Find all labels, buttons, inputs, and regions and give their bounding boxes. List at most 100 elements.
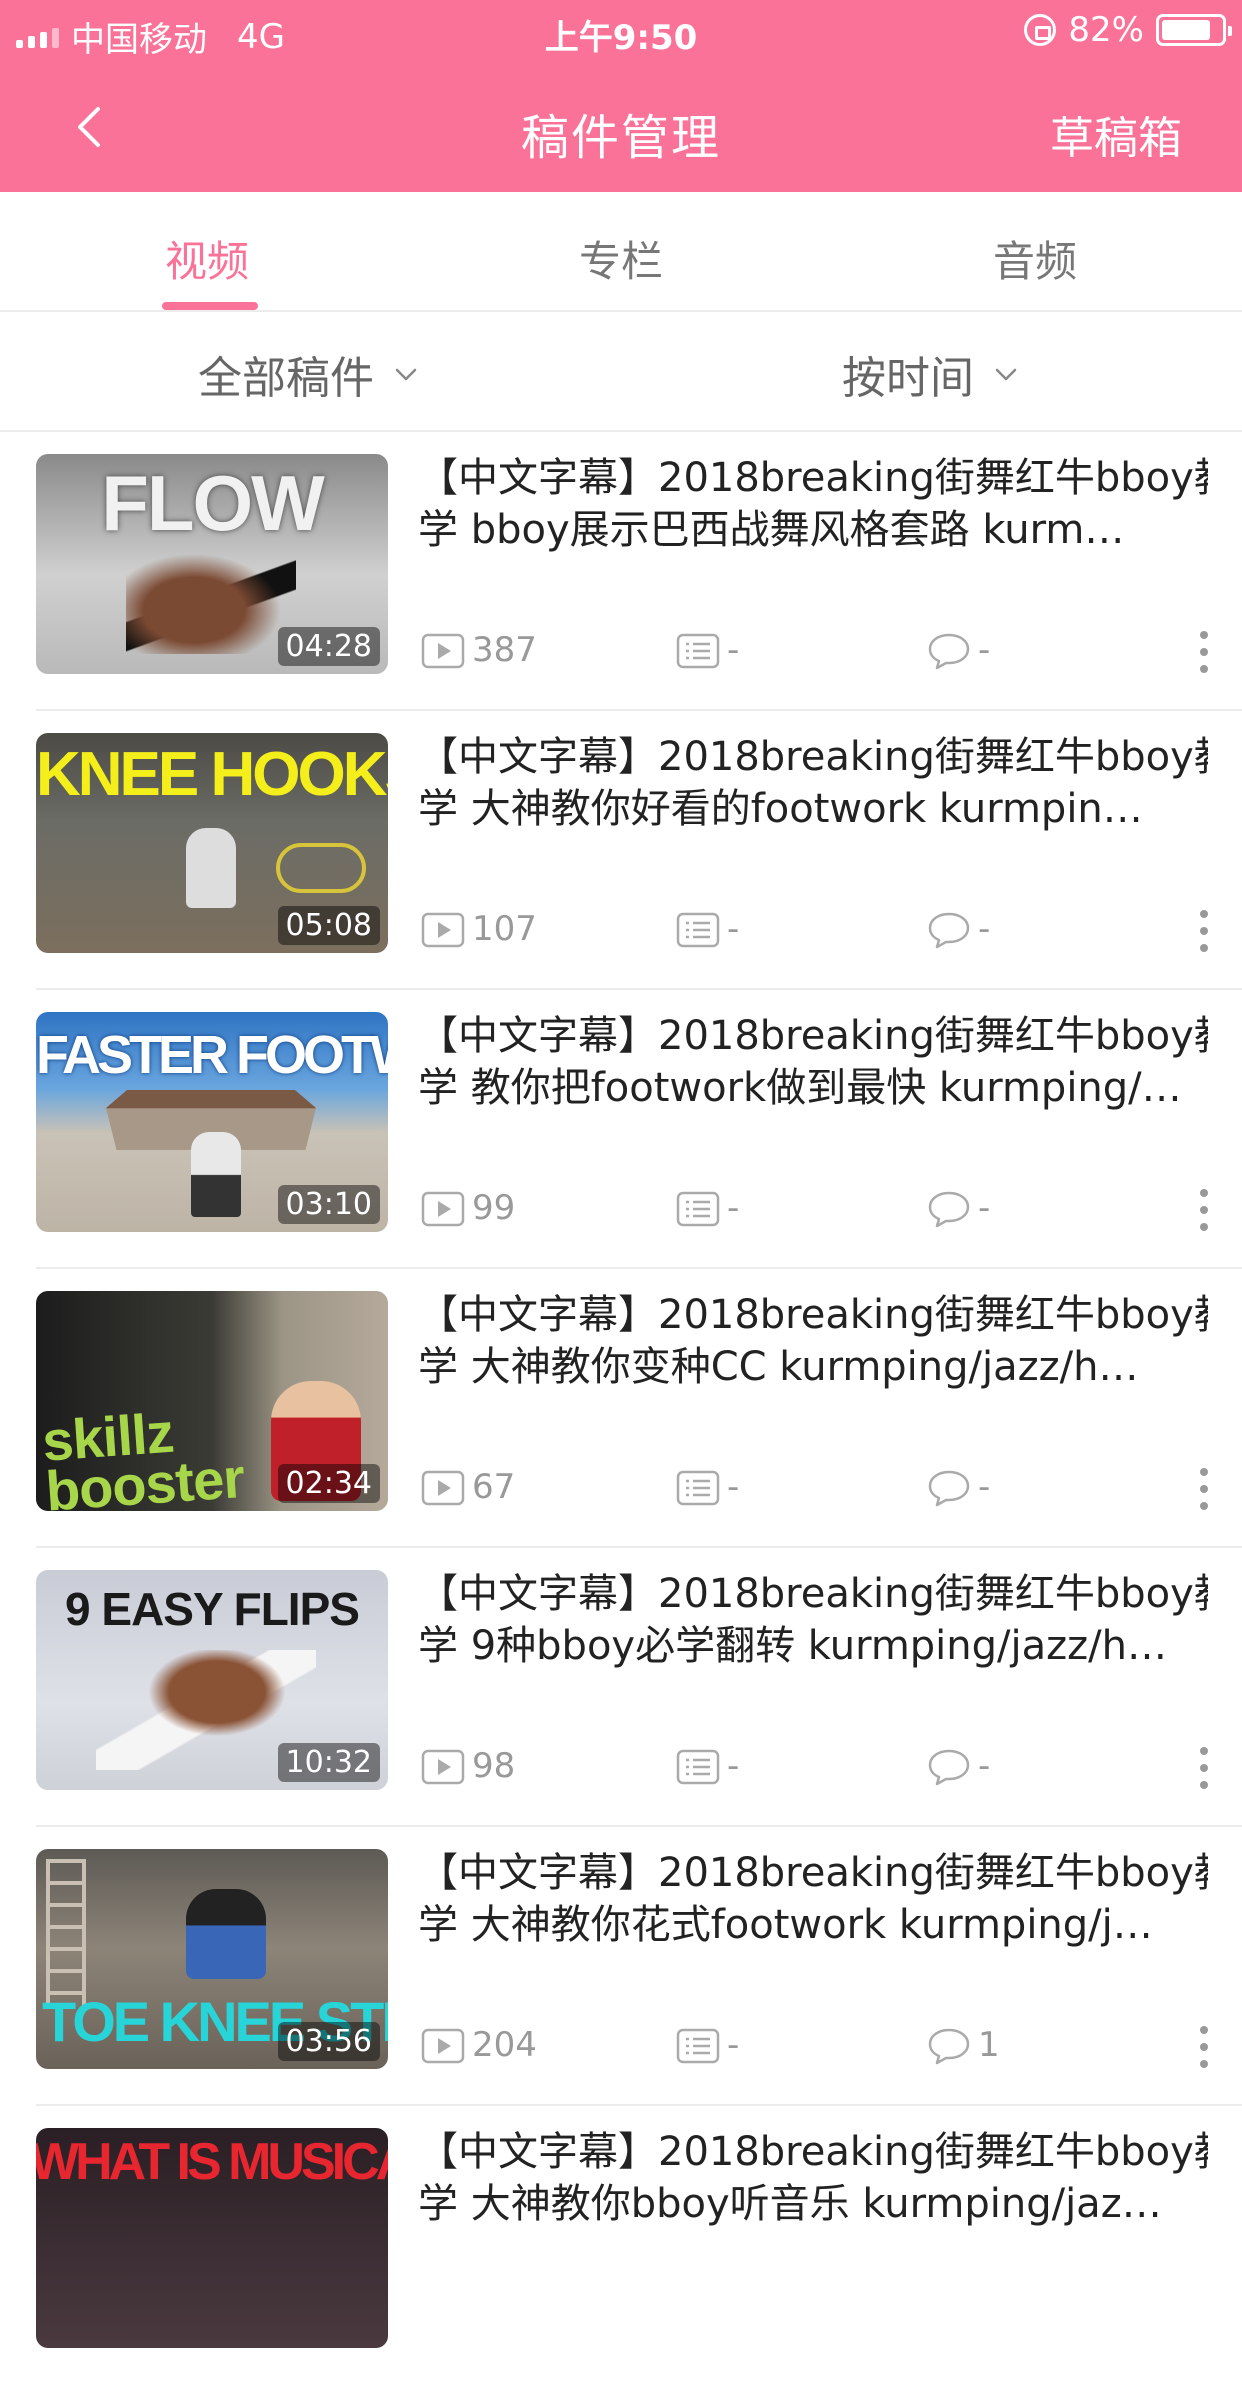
comment-icon [928,633,970,670]
video-item[interactable]: TOE KNEE STEP 03:56 【中文字幕】2018breaking街舞… [0,1827,1242,2106]
more-options-icon[interactable] [1194,1185,1214,1235]
video-item[interactable]: WHAT IS MUSICALITY? 【中文字幕】2018breaking街舞… [0,2106,1242,2385]
thumbnail-text: KNEE HOOKS [36,740,388,809]
thumbnail-text: WHAT IS MUSICALITY? [36,2133,388,2191]
video-stats: 107 - - [420,906,1210,956]
play-count-icon [421,912,465,948]
video-stats: 99 - - [420,1185,1210,1235]
video-thumbnail[interactable]: FLOW 04:28 [36,454,388,674]
comment-count-value: 1 [978,2025,1000,2065]
more-options-icon[interactable] [1194,627,1214,677]
video-item[interactable]: 9 EASY FLIPS 10:32 【中文字幕】2018breaking街舞红… [0,1548,1242,1827]
filter-all-label: 全部稿件 [198,353,374,404]
video-item[interactable]: FLOW 04:28 【中文字幕】2018breaking街舞红牛bboy教 学… [0,432,1242,711]
thumbnail-text: FLOW [101,459,325,547]
video-thumbnail[interactable]: FASTER FOOTWORK 03:10 [36,1012,388,1232]
video-title-line1: 【中文字幕】2018breaking街舞红牛bboy教 [418,1013,1208,1059]
comment-icon [928,1191,970,1228]
active-tab-indicator [162,302,258,310]
danmaku-count: - [675,627,739,673]
comment-count-value: - [978,1746,991,1786]
chevron-down-icon [395,368,417,381]
video-title-line2: 学 大神教你好看的footwork kurmpin… [418,786,1143,832]
video-title[interactable]: 【中文字幕】2018breaking街舞红牛bboy教 学 9种bboy必学翻转… [418,1568,1208,1678]
video-item[interactable]: KNEE HOOKS 05:08 【中文字幕】2018breaking街舞红牛b… [0,711,1242,990]
more-options-icon[interactable] [1194,2022,1214,2072]
filter-bar: 全部稿件 按时间 [0,312,1242,432]
tab-bar: 视频 专栏 音频 [0,192,1242,312]
status-bar: 中国移动 4G 上午9:50 82% [0,0,1242,62]
filter-all-dropdown[interactable]: 全部稿件 [198,342,420,406]
comment-icon [928,1749,970,1786]
play-count: 204 [420,2022,537,2068]
danmaku-count-value: - [727,1188,740,1228]
play-count-icon [421,2028,465,2064]
play-count-icon [421,633,465,669]
sort-label: 按时间 [842,353,974,404]
more-options-icon[interactable] [1194,1743,1214,1793]
play-count-value: 99 [472,1188,516,1228]
video-thumbnail[interactable]: TOE KNEE STEP 03:56 [36,1849,388,2069]
video-thumbnail[interactable]: 9 EASY FLIPS 10:32 [36,1570,388,1790]
chevron-down-icon [995,368,1017,381]
danmaku-count-value: - [727,2025,740,2065]
danmaku-count: - [675,906,739,952]
video-duration: 03:10 [277,1185,380,1224]
dancer-figure [191,1132,241,1217]
play-count-icon [421,1470,465,1506]
comment-count-value: - [978,630,991,670]
video-title[interactable]: 【中文字幕】2018breaking街舞红牛bboy教 学 教你把footwor… [418,1010,1208,1120]
more-options-icon[interactable] [1194,906,1214,956]
nav-bar: 稿件管理 草稿箱 [0,62,1242,192]
video-duration: 03:56 [277,2022,380,2061]
thumbnail-text: 9 EASY FLIPS [65,1583,360,1635]
app-header: 中国移动 4G 上午9:50 82% 稿件管理 草稿箱 [0,0,1242,192]
dancer-figure [186,1889,266,1979]
danmaku-count-value: - [727,630,740,670]
danmaku-icon [676,912,720,948]
more-options-icon[interactable] [1194,1464,1214,1514]
video-stats: 387 - - [420,627,1210,677]
danmaku-count: - [675,2022,739,2068]
video-title-line1: 【中文字幕】2018breaking街舞红牛bboy教 [418,2129,1208,2175]
play-count: 99 [420,1185,515,1231]
comment-count-value: - [978,1467,991,1507]
thumbnail-text: skillz booster [40,1400,246,1511]
video-title[interactable]: 【中文字幕】2018breaking街舞红牛bboy教 学 大神教你好看的foo… [418,731,1208,841]
video-title-line1: 【中文字幕】2018breaking街舞红牛bboy教 [418,1292,1208,1338]
video-thumbnail[interactable]: KNEE HOOKS 05:08 [36,733,388,953]
tab-column[interactable]: 专栏 [414,192,828,310]
thumbnail-text: FASTER FOOTWORK [36,1025,388,1085]
video-title-line1: 【中文字幕】2018breaking街舞红牛bboy教 [418,1850,1208,1896]
play-count-icon [421,1749,465,1785]
video-item[interactable]: FASTER FOOTWORK 03:10 【中文字幕】2018breaking… [0,990,1242,1269]
dancer-figure [186,828,236,908]
tab-video[interactable]: 视频 [0,192,414,310]
video-stats: 98 - - [420,1743,1210,1793]
play-count-value: 98 [472,1746,516,1786]
play-count: 107 [420,906,537,952]
tab-audio[interactable]: 音频 [828,192,1242,310]
bicycle-figure [276,843,366,893]
drafts-button[interactable]: 草稿箱 [1050,102,1182,166]
video-title[interactable]: 【中文字幕】2018breaking街舞红牛bboy教 学 bboy展示巴西战舞… [418,452,1208,562]
video-duration: 04:28 [277,627,380,666]
danmaku-count-value: - [727,909,740,949]
video-duration: 02:34 [277,1464,380,1503]
video-thumbnail[interactable]: WHAT IS MUSICALITY? [36,2128,388,2348]
video-title[interactable]: 【中文字幕】2018breaking街舞红牛bboy教 学 大神教你变种CC k… [418,1289,1208,1399]
play-count-value: 387 [472,630,537,670]
video-title[interactable]: 【中文字幕】2018breaking街舞红牛bboy教 学 大神教你花式foot… [418,1847,1208,1957]
video-title[interactable]: 【中文字幕】2018breaking街舞红牛bboy教 学 大神教你bboy听音… [418,2126,1208,2236]
video-title-line2: 学 教你把footwork做到最快 kurmping/… [418,1065,1182,1111]
sort-dropdown[interactable]: 按时间 [842,342,1020,406]
video-title-line2: 学 大神教你bboy听音乐 kurmping/jaz… [418,2181,1162,2227]
video-list: FLOW 04:28 【中文字幕】2018breaking街舞红牛bboy教 学… [0,432,1242,2385]
battery-icon [1156,14,1232,46]
video-title-line2: 学 大神教你变种CC kurmping/jazz/h… [418,1344,1139,1390]
video-item[interactable]: skillz booster 02:34 【中文字幕】2018breaking街… [0,1269,1242,1548]
ladder-figure [46,1859,86,2009]
video-thumbnail[interactable]: skillz booster 02:34 [36,1291,388,1511]
comment-count-value: - [978,1188,991,1228]
danmaku-count: - [675,1185,739,1231]
